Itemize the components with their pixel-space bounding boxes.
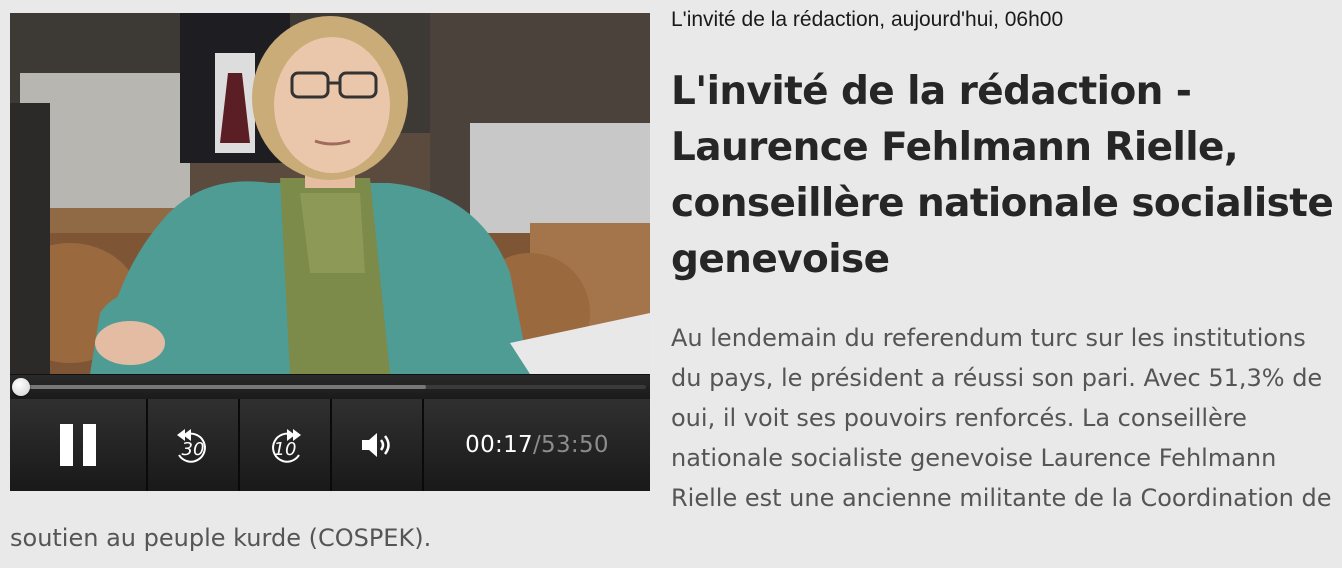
episode-description-wrap: Au lendemain du referendum turc sur les … <box>10 318 1340 558</box>
episode-meta: L'invité de la rédaction, aujourd'hui, 0… <box>671 8 1064 31</box>
episode-title: L'invité de la rédaction - Laurence Fehl… <box>671 69 1334 282</box>
